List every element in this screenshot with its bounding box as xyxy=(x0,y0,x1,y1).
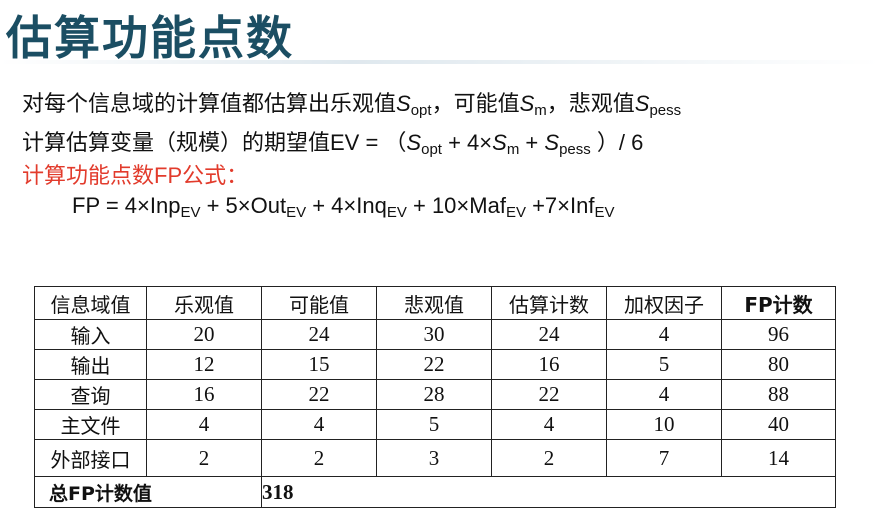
page-title: 估算功能点数 xyxy=(6,11,294,65)
table-cell: 20 xyxy=(146,319,262,350)
table-cell: 2 xyxy=(261,439,377,477)
table-cell: 80 xyxy=(721,349,836,380)
table-cell: 3 xyxy=(376,439,492,477)
fp-formula-heading: 计算功能点数FP公式： xyxy=(22,163,249,188)
symbol-s: S xyxy=(492,130,507,155)
table-cell: 4 xyxy=(606,379,722,410)
fp-table: 信息域值 乐观值 可能值 悲观值 估算计数 加权因子 FP计数 输入 20 24… xyxy=(34,286,836,508)
table-cell: 输出 xyxy=(34,349,147,380)
expected-value-line: 计算估算变量（规模）的期望值EV = （Sopt + 4×Sm + Spess … xyxy=(22,125,643,157)
subscript-ev: EV xyxy=(180,204,201,221)
subscript-opt: opt xyxy=(421,141,442,158)
total-label: 总FP计数值 xyxy=(34,476,262,508)
total-row: 总FP计数值 318 xyxy=(34,476,836,508)
table-row: 输出 12 15 22 16 5 80 xyxy=(34,349,836,380)
table-cell: 外部接口 xyxy=(34,439,147,477)
table-cell: 5 xyxy=(606,349,722,380)
text-segment: + xyxy=(519,130,545,155)
text-segment: + 5×Out xyxy=(200,193,287,218)
table-header: 悲观值 xyxy=(376,286,492,320)
symbol-s: S xyxy=(634,91,650,116)
symbol-s: S xyxy=(519,91,535,116)
title-divider xyxy=(0,60,880,64)
table-header-row: 信息域值 乐观值 可能值 悲观值 估算计数 加权因子 FP计数 xyxy=(34,286,836,320)
text-segment: ，悲观值 xyxy=(546,91,635,116)
fp-formula: FP = 4×InpEV + 5×OutEV + 4×InqEV + 10×Ma… xyxy=(72,193,615,221)
table-cell: 2 xyxy=(491,439,607,477)
table-cell: 查询 xyxy=(34,379,147,410)
table-cell: 12 xyxy=(146,349,262,380)
text-segment: + 4×Inq xyxy=(306,193,387,218)
table-cell: 22 xyxy=(376,349,492,380)
symbol-s: S xyxy=(544,130,560,155)
text-segment: + 4× xyxy=(441,130,493,155)
table-cell: 24 xyxy=(491,319,607,350)
table-cell: 5 xyxy=(376,409,492,440)
table-cell: 24 xyxy=(261,319,377,350)
subscript-ev: EV xyxy=(386,204,407,221)
table-cell: 4 xyxy=(146,409,262,440)
subscript-ev: EV xyxy=(594,204,615,221)
text-segment: 对每个信息域的计算值都估算出乐观值 xyxy=(22,91,397,116)
table-cell: 88 xyxy=(721,379,836,410)
table-header: 加权因子 xyxy=(606,286,722,320)
subscript-opt: opt xyxy=(410,102,432,119)
text-segment: 计算估算变量（规模）的期望值EV = （ xyxy=(22,130,407,155)
table-cell: 4 xyxy=(261,409,377,440)
table-row: 查询 16 22 28 22 4 88 xyxy=(34,379,836,410)
table-cell: 4 xyxy=(606,319,722,350)
subscript-ev: EV xyxy=(505,204,526,221)
text-segment: + 10×Maf xyxy=(406,193,506,218)
table-cell: 22 xyxy=(261,379,377,410)
text-segment: +7×Inf xyxy=(525,193,595,218)
subscript-ev: EV xyxy=(286,204,307,221)
table-row: 输入 20 24 30 24 4 96 xyxy=(34,319,836,350)
table-cell: 主文件 xyxy=(34,409,147,440)
text-segment: ）/ 6 xyxy=(590,130,644,155)
table-header: FP计数 xyxy=(721,286,836,320)
table-header: 估算计数 xyxy=(491,286,607,320)
table-cell: 16 xyxy=(146,379,262,410)
text-segment: FP = 4×Inp xyxy=(72,193,181,218)
subscript-pess: pess xyxy=(559,141,591,158)
table-cell: 30 xyxy=(376,319,492,350)
table-header: 信息域值 xyxy=(34,286,147,320)
text-segment: ，可能值 xyxy=(431,91,520,116)
table-cell: 2 xyxy=(146,439,262,477)
table-row: 外部接口 2 2 3 2 7 14 xyxy=(34,439,836,477)
table-cell: 10 xyxy=(606,409,722,440)
table-cell: 16 xyxy=(491,349,607,380)
table-cell: 22 xyxy=(491,379,607,410)
estimate-description-line: 对每个信息域的计算值都估算出乐观值Sopt，可能值Sm，悲观值Spess xyxy=(22,86,681,118)
symbol-s: S xyxy=(396,91,411,116)
table-header: 可能值 xyxy=(261,286,377,320)
total-value: 318 xyxy=(261,476,836,508)
table-row: 主文件 4 4 5 4 10 40 xyxy=(34,409,836,440)
subscript-m: m xyxy=(506,141,520,158)
table-cell: 14 xyxy=(721,439,836,477)
subscript-pess: pess xyxy=(649,102,682,119)
table-cell: 7 xyxy=(606,439,722,477)
table-cell: 28 xyxy=(376,379,492,410)
table-cell: 15 xyxy=(261,349,377,380)
table-cell: 96 xyxy=(721,319,836,350)
table-cell: 40 xyxy=(721,409,836,440)
subscript-m: m xyxy=(534,102,547,119)
table-cell: 输入 xyxy=(34,319,147,350)
table-header: 乐观值 xyxy=(146,286,262,320)
symbol-s: S xyxy=(406,130,422,155)
table-cell: 4 xyxy=(491,409,607,440)
